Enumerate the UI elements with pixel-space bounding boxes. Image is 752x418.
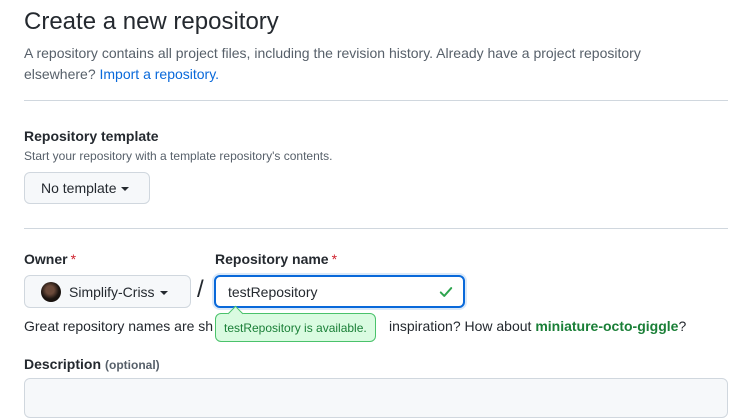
availability-tooltip: testRepository is available.	[215, 305, 376, 342]
name-hint-end: inspiration? How about miniature-octo-gi…	[389, 318, 686, 334]
description-label-text: Description	[24, 356, 102, 372]
owner-label-text: Owner	[24, 251, 68, 267]
template-note: Start your repository with a template re…	[24, 149, 333, 163]
description-label: Description (optional)	[24, 356, 160, 372]
owner-value: Simplify-Criss	[69, 283, 155, 300]
template-select-label: No template	[41, 180, 117, 196]
owner-label: Owner *	[24, 251, 76, 267]
caret-down-icon	[159, 290, 168, 295]
owner-avatar	[41, 281, 61, 302]
availability-message: testRepository is available.	[224, 320, 367, 335]
divider	[24, 228, 728, 229]
repo-name-label: Repository name *	[215, 251, 337, 267]
repo-name-input[interactable]: testRepository	[214, 275, 465, 308]
caret-down-icon	[121, 187, 130, 191]
hint-suffix-text: inspiration? How about	[389, 318, 532, 334]
suggested-name[interactable]: miniature-octo-giggle	[535, 318, 678, 334]
name-hint-start: Great repository names are sh	[24, 318, 214, 334]
check-icon	[439, 287, 453, 297]
divider	[24, 100, 728, 101]
description-input[interactable]	[24, 378, 728, 418]
import-repository-link[interactable]: Import a repository.	[100, 66, 220, 82]
template-label: Repository template	[24, 128, 159, 144]
hint-end-punct: ?	[678, 318, 687, 334]
page-title: Create a new repository	[24, 8, 279, 35]
page-intro: A repository contains all project files,…	[24, 43, 714, 85]
required-marker: *	[331, 251, 338, 267]
repo-name-label-text: Repository name	[215, 251, 329, 267]
optional-marker: (optional)	[105, 358, 160, 372]
template-select-button[interactable]: No template	[24, 172, 150, 204]
owner-repo-separator: /	[197, 276, 204, 303]
owner-select-button[interactable]: Simplify-Criss	[24, 275, 191, 308]
tooltip-arrow	[227, 305, 244, 322]
required-marker: *	[70, 251, 77, 267]
repo-name-value: testRepository	[228, 283, 318, 300]
